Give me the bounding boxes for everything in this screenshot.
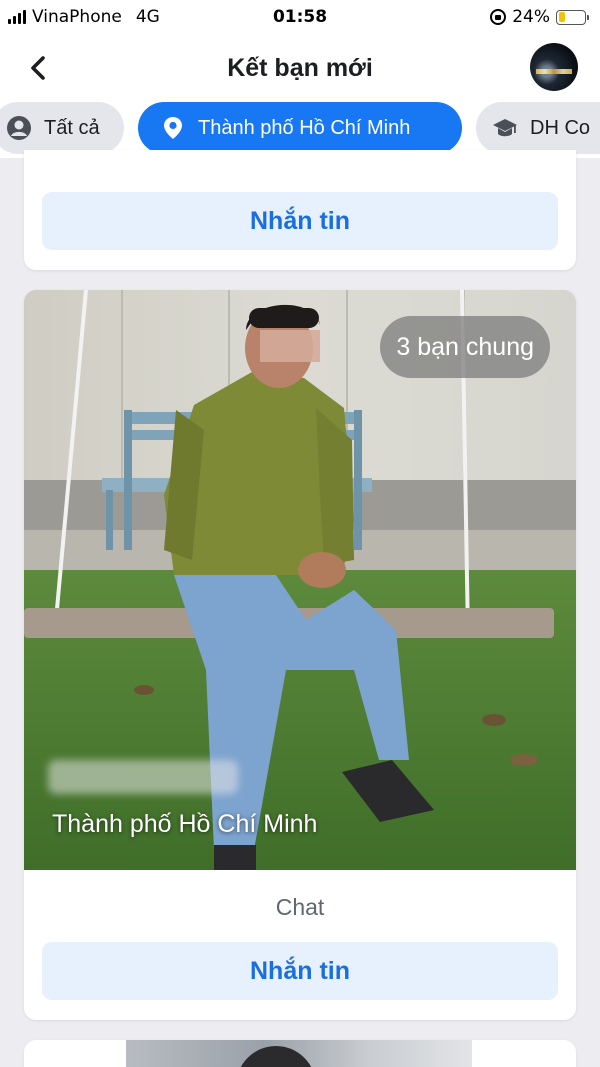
- header: Kết bạn mới: [0, 36, 600, 100]
- chip-all[interactable]: Tất cả: [0, 102, 124, 154]
- graduation-cap-icon: [492, 115, 518, 141]
- avatar[interactable]: [530, 43, 578, 91]
- chat-label: Chat: [275, 894, 325, 920]
- status-right: 24%: [490, 7, 589, 27]
- battery-fill: [558, 12, 565, 22]
- rotation-lock-icon: [490, 9, 507, 25]
- message-button[interactable]: Nhắn tin: [42, 942, 558, 1000]
- friend-card[interactable]: 3 bạn chung Thành phố Hồ Chí Minh Chat N…: [24, 290, 576, 1020]
- battery-icon: [556, 9, 589, 25]
- chip-school[interactable]: DH Co: [476, 102, 600, 154]
- chip-city[interactable]: Thành phố Hồ Chí Minh: [138, 102, 462, 154]
- chip-school-label: DH Co: [530, 116, 591, 139]
- status-bar: VinaPhone 4G 01:58 24%: [0, 0, 600, 36]
- chip-city-label: Thành phố Hồ Chí Minh: [198, 116, 411, 139]
- location-pin-icon: [160, 115, 186, 141]
- chip-all-label: Tất cả: [44, 116, 100, 139]
- page-title: Kết bạn mới: [227, 54, 373, 82]
- profile-photo[interactable]: [126, 1040, 472, 1067]
- blurred-name: [48, 760, 238, 794]
- message-button[interactable]: Nhắn tin: [42, 192, 558, 250]
- battery-percent: 24%: [512, 7, 550, 27]
- person-circle-icon: [6, 115, 32, 141]
- friend-card[interactable]: [24, 1040, 576, 1067]
- friend-card: Nhắn tin: [24, 150, 576, 270]
- mutual-friends-badge: 3 bạn chung: [380, 316, 550, 378]
- location-label: Thành phố Hồ Chí Minh: [52, 810, 318, 838]
